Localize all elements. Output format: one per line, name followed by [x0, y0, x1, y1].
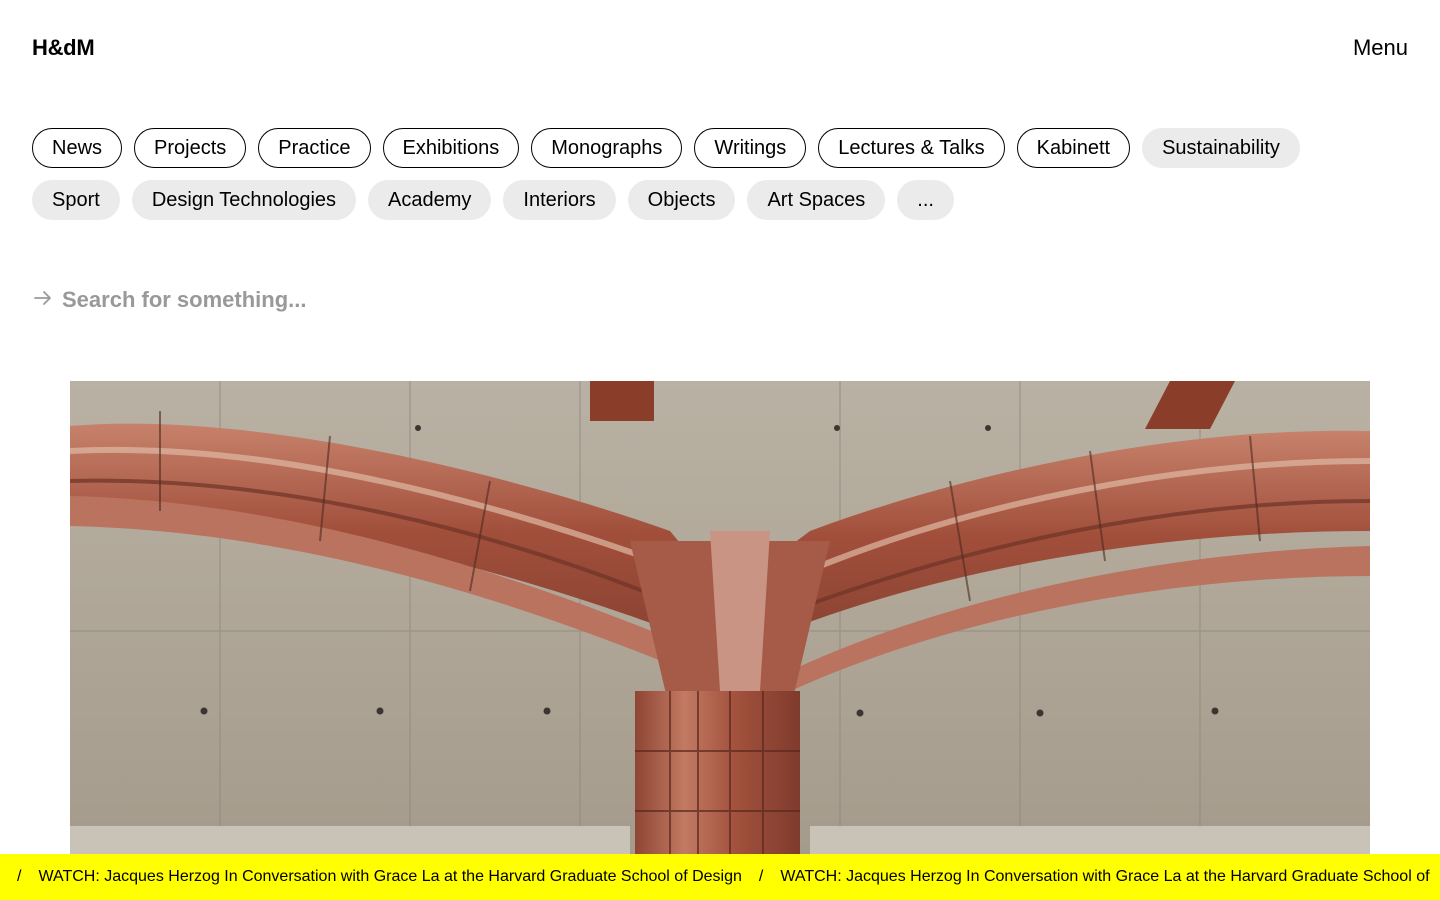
filter-pill-academy[interactable]: Academy [368, 180, 492, 220]
filter-pill-kabinett[interactable]: Kabinett [1016, 128, 1131, 168]
search-input[interactable] [60, 286, 704, 314]
news-ticker[interactable]: / WATCH: Jacques Herzog In Conversation … [0, 854, 1440, 900]
hero-image[interactable] [70, 381, 1370, 854]
filter-pill-lectures-talks[interactable]: Lectures & Talks [818, 128, 1005, 168]
page: H&dM Menu News Projects Practice Exhibit… [0, 0, 1440, 900]
ticker-item[interactable]: WATCH: Jacques Herzog In Conversation wi… [38, 868, 741, 886]
site-logo[interactable]: H&dM [32, 34, 95, 62]
filter-pill-interiors[interactable]: Interiors [503, 180, 616, 220]
filter-pill-objects[interactable]: Objects [627, 180, 736, 220]
filter-pill-monographs[interactable]: Monographs [531, 128, 683, 168]
filter-pill-design-technologies[interactable]: Design Technologies [131, 180, 357, 220]
filter-pill-exhibitions[interactable]: Exhibitions [382, 128, 520, 168]
arrow-right-icon [32, 287, 54, 314]
filter-pill-sport[interactable]: Sport [32, 180, 120, 220]
filter-pill-projects[interactable]: Projects [134, 128, 247, 168]
ticker-item[interactable]: WATCH: Jacques Herzog In Conversation wi… [780, 868, 1429, 886]
ticker-separator: / [758, 868, 764, 885]
filter-pill-news[interactable]: News [32, 128, 123, 168]
filter-pills: News Projects Practice Exhibitions Monog… [32, 128, 1352, 220]
search-bar [32, 282, 732, 318]
menu-button[interactable]: Menu [1353, 34, 1408, 62]
filter-pill-art-spaces[interactable]: Art Spaces [747, 180, 886, 220]
filter-pill-sustainability[interactable]: Sustainability [1142, 128, 1300, 168]
filter-pill-practice[interactable]: Practice [258, 128, 371, 168]
ticker-separator: / [17, 868, 22, 885]
filter-pill-writings[interactable]: Writings [694, 128, 807, 168]
filter-pill-more[interactable]: ... [897, 180, 954, 220]
